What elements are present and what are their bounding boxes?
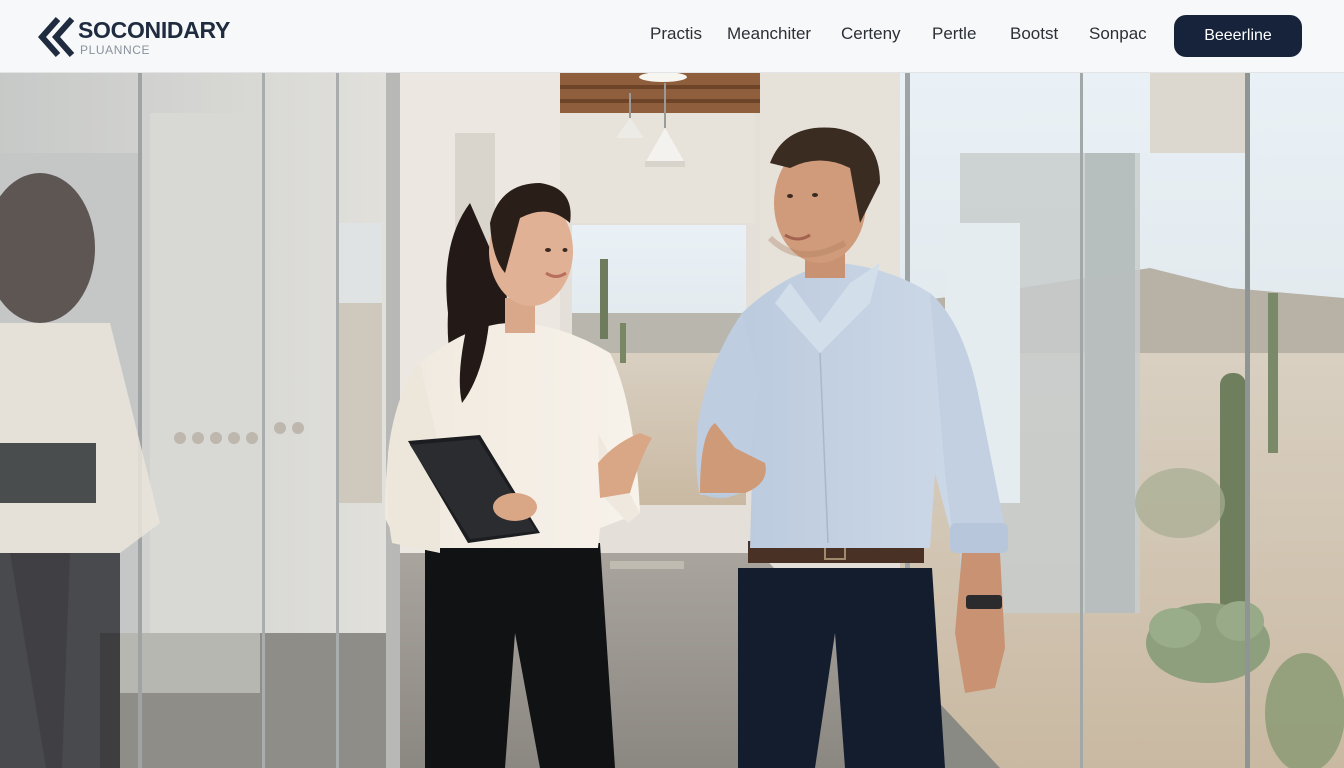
- brand-name: SOCONIDARY: [78, 17, 231, 43]
- nav-link-practis[interactable]: Practis: [650, 24, 702, 44]
- hero-photo: [0, 73, 1344, 768]
- nav-link-certeny[interactable]: Certeny: [841, 24, 901, 44]
- brand-tagline: PLUANNCE: [80, 43, 151, 57]
- hero-image: [0, 73, 1344, 768]
- nav-link-bootst[interactable]: Bootst: [1010, 24, 1058, 44]
- nav-link-pertle[interactable]: Pertle: [932, 24, 976, 44]
- double-chevron-left-icon: [38, 17, 75, 57]
- cta-button[interactable]: Beeerline: [1174, 15, 1302, 57]
- brand-logo[interactable]: SOCONIDARY PLUANNCE: [38, 15, 248, 61]
- site-header: SOCONIDARY PLUANNCE Practis Meanchiter C…: [0, 0, 1344, 73]
- nav-link-meanchiter[interactable]: Meanchiter: [727, 24, 811, 44]
- nav-link-sonpac[interactable]: Sonpac: [1089, 24, 1147, 44]
